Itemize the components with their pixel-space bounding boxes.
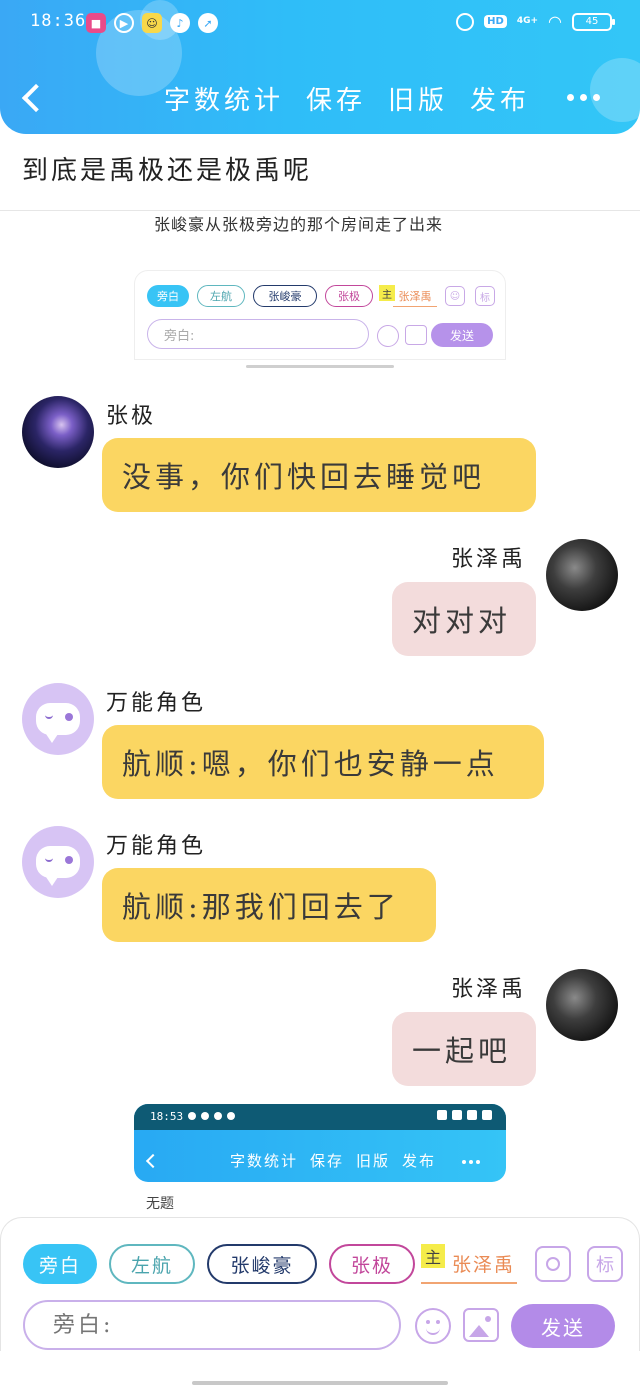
embedded-tag-icon: 标 [475,286,495,306]
role-chip-zuohang[interactable]: 左航 [109,1244,195,1284]
title-divider [0,210,640,211]
embedded-chip: 旁白 [147,285,189,307]
embedded-send-button: 发送 [431,323,493,347]
avatar-omni-character[interactable] [22,826,94,898]
word-count-button[interactable]: 字数统计 [164,80,284,117]
embedded-more-icon [462,1160,480,1164]
battery-icon: 45 [572,12,615,31]
document-title[interactable]: 到底是禹极还是极禹呢 [22,150,312,187]
speaker-name: 万能角色 [106,834,207,859]
hd-badge: HD [484,15,507,28]
message-bubble[interactable]: 一起吧 [392,1012,536,1086]
role-chip-zhangjunhao[interactable]: 张峻豪 [207,1244,317,1284]
system-icons: HD 4G+ ◠ 45 [456,12,615,31]
embedded-image-icon [405,325,427,345]
app-notification-icon: ■ [86,13,106,33]
message-bubble[interactable]: 航顺:那我们回去了 [102,868,436,942]
publish-button[interactable]: 发布 [470,80,530,117]
embedded-nav-actions: 字数统计 保存 旧版 发布 [230,1150,436,1171]
signal-icon: 4G+ [516,16,539,26]
home-indicator [192,1381,448,1385]
message-bubble[interactable]: 没事，你们快回去睡觉吧 [102,438,536,512]
embedded-emoji-icon [377,325,399,347]
embedded-back-icon [145,1153,161,1169]
message-input[interactable] [23,1300,401,1350]
embedded-input: 旁白: [147,319,369,349]
embedded-composer: 旁白 左航 张峻豪 张极 主 张泽禹 ☺ 标 旁白: 发送 [134,270,506,360]
speaker-name: 张泽禹 [451,977,527,1002]
music-app-icon: ♪ [170,13,190,33]
chat-bubble-icon [36,703,80,743]
compass-icon: ➚ [198,13,218,33]
emoji-icon[interactable] [415,1308,451,1344]
embedded-narration-text: 张峻豪从张极旁边的那个房间走了出来 [154,215,444,234]
speaker-name: 张泽禹 [451,547,527,572]
main-role-badge: 主 [421,1244,445,1268]
speaker-name: 万能角色 [106,691,207,716]
chat-bubble-icon [36,846,80,886]
message-bubble[interactable]: 航顺:嗯，你们也安静一点 [102,725,544,799]
alarm-icon [456,12,475,31]
embedded-screenshot-bottom[interactable]: 18:53 字数统计 保存 旧版 发布 [134,1104,506,1182]
old-version-button[interactable]: 旧版 [388,80,448,117]
play-icon: ▶ [114,13,134,33]
top-header: 18:36 ■ ▶ ☺ ♪ ➚ HD 4G+ ◠ 45 字数统计 保存 旧版 发… [0,0,640,134]
role-manage-icon[interactable] [535,1246,571,1282]
image-icon[interactable] [463,1308,499,1342]
status-bar: 18:36 ■ ▶ ☺ ♪ ➚ HD 4G+ ◠ 45 [0,0,640,48]
embedded-chip: 张极 [325,285,373,307]
embedded-nav-action: 旧版 [356,1152,391,1170]
embedded-chip: 张泽禹 [393,285,437,307]
back-button[interactable] [22,80,50,116]
embedded-nav-action: 发布 [402,1152,437,1170]
embedded-notification-icons [188,1112,235,1120]
status-time: 18:36 [30,11,87,31]
embedded-chip: 张峻豪 [253,285,317,307]
avatar-zhangzeyu[interactable] [546,539,618,611]
more-menu-icon[interactable] [567,94,600,101]
image-scroll-indicator [246,365,394,368]
composer-panel: 旁白 左航 张峻豪 张极 张泽禹 主 标 发送 [0,1217,640,1351]
embedded-screenshot-top[interactable]: 张峻豪从张极旁边的那个房间走了出来 旁白 左航 张峻豪 张极 主 张泽禹 ☺ 标… [134,214,506,360]
tag-button[interactable]: 标 [587,1246,623,1282]
wifi-icon: ◠ [548,12,562,31]
chat-app-icon: ☺ [142,13,162,33]
embedded-caption: 无题 [146,1196,174,1212]
battery-level: 45 [585,16,599,27]
role-chip-zhangji[interactable]: 张极 [329,1244,415,1284]
nav-actions: 字数统计 保存 旧版 发布 [164,80,530,117]
embedded-system-icons [437,1110,492,1120]
embedded-nav-action: 保存 [310,1152,345,1170]
embedded-person-icon: ☺ [445,286,465,306]
avatar-omni-character[interactable] [22,683,94,755]
notification-icons: ■ ▶ ☺ ♪ ➚ [86,13,218,33]
embedded-chip: 左航 [197,285,245,307]
embedded-status-bar: 18:53 [134,1104,506,1130]
send-button[interactable]: 发送 [511,1304,615,1348]
save-button[interactable]: 保存 [306,80,366,117]
role-chip-narrator[interactable]: 旁白 [23,1244,97,1284]
embedded-nav-action: 字数统计 [230,1152,299,1170]
speaker-name: 张极 [106,404,157,429]
avatar-zhangzeyu[interactable] [546,969,618,1041]
avatar-zhangji[interactable] [22,396,94,468]
header-decoration [590,58,640,122]
embedded-status-time: 18:53 [150,1110,184,1123]
message-bubble[interactable]: 对对对 [392,582,536,656]
